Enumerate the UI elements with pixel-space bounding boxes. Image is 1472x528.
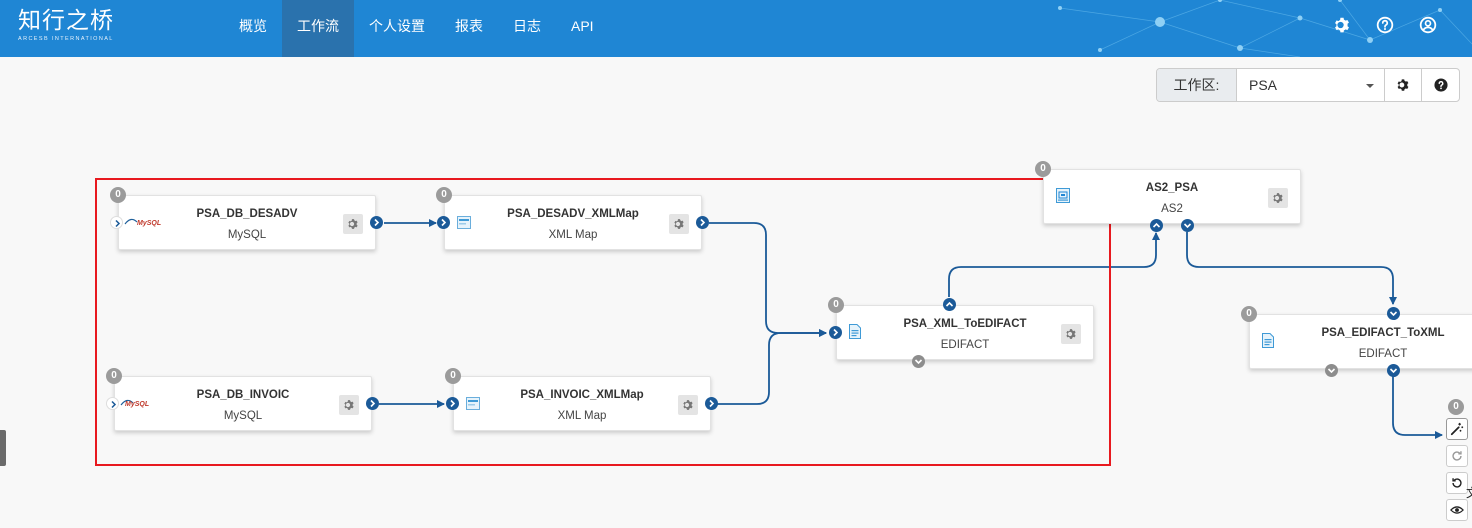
- node-settings-button[interactable]: [1061, 324, 1081, 344]
- output-port-down[interactable]: [1387, 364, 1400, 377]
- node-settings-button[interactable]: [1268, 188, 1288, 208]
- chevron-right-icon: [441, 218, 447, 227]
- gear-icon: [348, 219, 358, 229]
- node-name: PSA_DESADV_XMLMap: [507, 208, 639, 220]
- node-settings-button[interactable]: [343, 214, 363, 234]
- chevron-right-icon: [700, 218, 706, 227]
- chevron-right-icon: [111, 400, 117, 409]
- edge-as2-to-edifact-toxml: [1186, 232, 1397, 305]
- chevron-right-icon: [833, 328, 839, 337]
- node-as2-psa[interactable]: AS2_PSA AS2: [1043, 169, 1301, 224]
- chevron-up-icon: [1152, 222, 1161, 228]
- node-type: EDIFACT: [940, 339, 990, 351]
- edge-edifact-toxml-to-next: [1392, 376, 1443, 439]
- node-badge: 0: [828, 297, 844, 313]
- node-name: PSA_INVOIC_XMLMap: [520, 389, 644, 401]
- node-settings-button[interactable]: [339, 395, 359, 415]
- view-button[interactable]: [1446, 499, 1468, 521]
- undo-button[interactable]: [1446, 472, 1468, 494]
- undo-icon: [1452, 478, 1462, 488]
- input-port[interactable]: [106, 397, 119, 410]
- output-port[interactable]: [696, 216, 709, 229]
- chevron-right-icon: [709, 399, 715, 408]
- node-badge: 0: [1448, 399, 1464, 415]
- chevron-right-icon: [374, 218, 380, 227]
- node-badge: 0: [110, 187, 126, 203]
- toolbar-label-partial: 文: [1466, 484, 1472, 501]
- mysql-logo-text: MySQL: [125, 401, 150, 408]
- output-port[interactable]: [705, 397, 718, 410]
- node-settings-button[interactable]: [678, 395, 698, 415]
- node-badge: 0: [106, 368, 122, 384]
- node-badge: 0: [1035, 161, 1051, 177]
- redo-icon: [1452, 451, 1462, 461]
- node-psa-edifact-toxml[interactable]: PSA_EDIFACT_ToXML EDIFACT: [1249, 314, 1472, 369]
- bottom-port[interactable]: [1325, 364, 1338, 377]
- chevron-right-icon: [115, 219, 121, 228]
- node-psa-desadv-xmlmap[interactable]: PSA_DESADV_XMLMap XML Map: [444, 195, 702, 250]
- node-psa-db-invoic[interactable]: MySQL PSA_DB_INVOIC MySQL: [114, 376, 372, 431]
- chevron-down-icon: [1183, 223, 1192, 229]
- top-output-port[interactable]: [943, 298, 956, 311]
- mysql-logo-text: MySQL: [137, 220, 162, 227]
- node-name: PSA_DB_DESADV: [196, 208, 298, 220]
- chevron-down-icon: [1327, 368, 1336, 374]
- chevron-up-icon: [945, 301, 954, 307]
- output-port[interactable]: [370, 216, 383, 229]
- input-port-down[interactable]: [1387, 307, 1400, 320]
- node-badge: 0: [445, 368, 461, 384]
- output-port[interactable]: [366, 397, 379, 410]
- gear-icon: [674, 219, 684, 229]
- gear-icon: [683, 400, 693, 410]
- node-type: MySQL: [227, 229, 267, 241]
- node-name: PSA_XML_ToEDIFACT: [903, 318, 1027, 330]
- side-panel-toggle[interactable]: [0, 430, 6, 466]
- node-type: XML Map: [548, 229, 598, 241]
- input-port-up[interactable]: [1150, 219, 1163, 232]
- node-name: PSA_EDIFACT_ToXML: [1321, 327, 1445, 339]
- eye-icon: [1450, 506, 1464, 514]
- node-type: EDIFACT: [1358, 348, 1408, 360]
- redo-button[interactable]: [1446, 445, 1468, 467]
- chevron-down-icon: [1389, 311, 1398, 317]
- bottom-port[interactable]: [912, 355, 925, 368]
- magic-wand-icon: [1450, 422, 1464, 436]
- node-name: PSA_DB_INVOIC: [196, 389, 290, 401]
- node-name: AS2_PSA: [1145, 182, 1199, 194]
- node-psa-invoic-xmlmap[interactable]: PSA_INVOIC_XMLMap XML Map: [453, 376, 711, 431]
- input-port[interactable]: [829, 326, 842, 339]
- input-port[interactable]: [446, 397, 459, 410]
- node-type: MySQL: [223, 410, 263, 422]
- chevron-right-icon: [370, 399, 376, 408]
- gear-icon: [344, 400, 354, 410]
- node-badge: 0: [436, 187, 452, 203]
- output-port-down[interactable]: [1181, 219, 1194, 232]
- node-psa-db-desadv[interactable]: MySQL PSA_DB_DESADV MySQL: [118, 195, 376, 250]
- input-port[interactable]: [437, 216, 450, 229]
- chevron-down-icon: [914, 359, 923, 365]
- node-psa-xml-toedifact[interactable]: PSA_XML_ToEDIFACT EDIFACT: [836, 305, 1094, 360]
- node-type: AS2: [1161, 203, 1183, 215]
- input-port[interactable]: [110, 216, 123, 229]
- auto-layout-button[interactable]: [1446, 418, 1468, 440]
- node-badge: 0: [1241, 306, 1257, 322]
- gear-icon: [1066, 329, 1076, 339]
- gear-icon: [1273, 193, 1283, 203]
- chevron-right-icon: [450, 399, 456, 408]
- node-type: XML Map: [557, 410, 607, 422]
- chevron-down-icon: [1389, 368, 1398, 374]
- node-settings-button[interactable]: [669, 214, 689, 234]
